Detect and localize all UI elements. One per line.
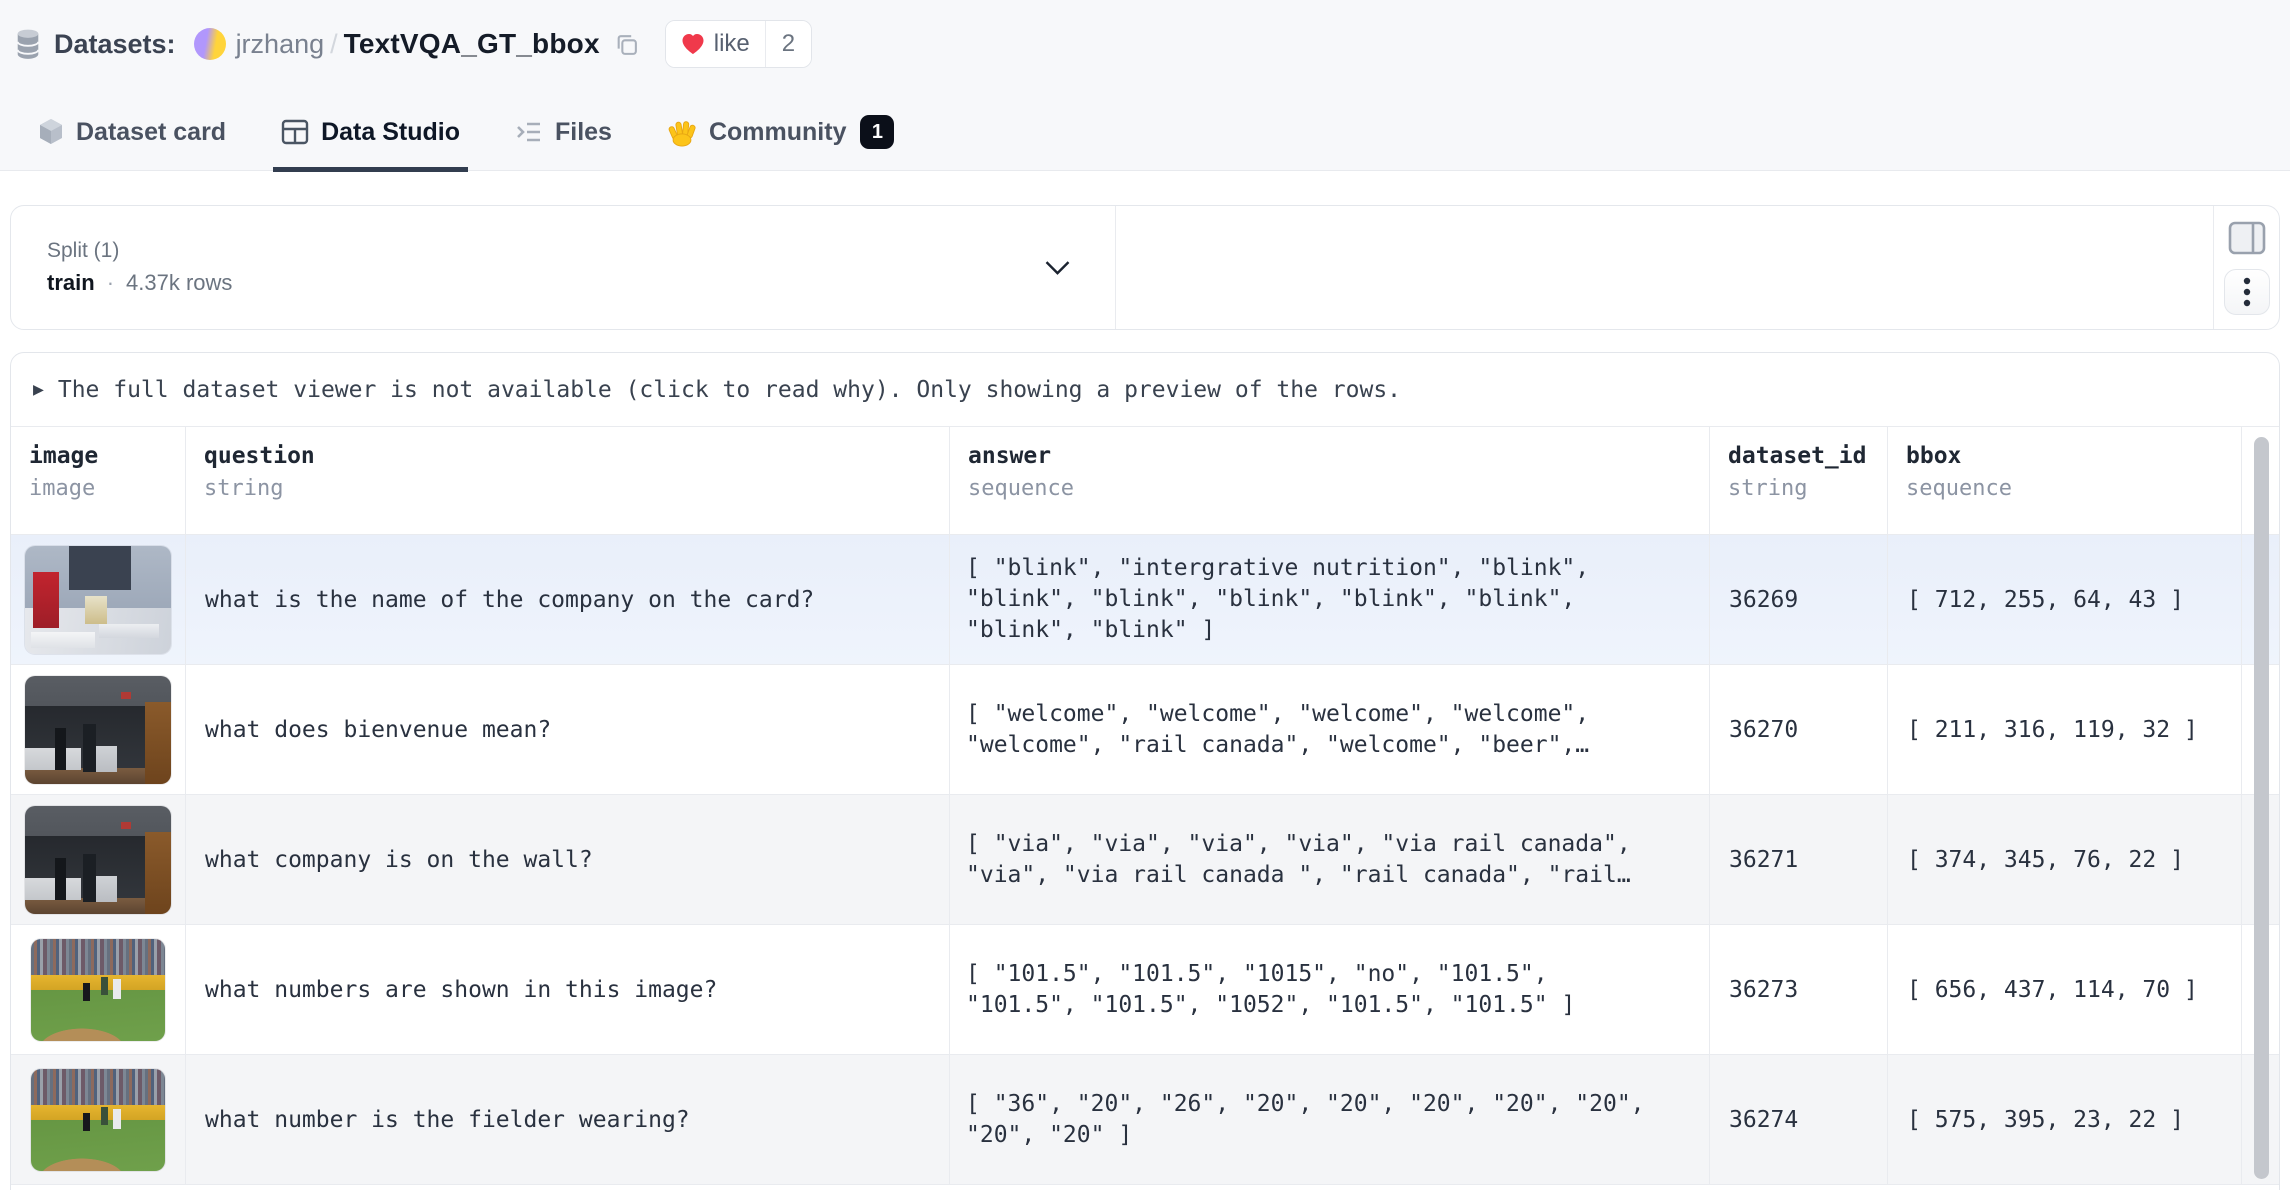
question-cell[interactable]: what numbers are shown in this image? [186,925,950,1055]
column-type: sequence [1906,476,2241,501]
column-name: image [29,443,185,469]
tab-dataset-card[interactable]: Dataset card [38,94,226,170]
image-cell[interactable] [11,1055,186,1185]
row-image-thumbnail[interactable] [31,1069,165,1171]
column-header-dataset-id[interactable]: dataset_id string [1710,427,1888,535]
column-type: sequence [968,476,1709,501]
tab-community[interactable]: Community 1 [667,94,895,170]
image-cell[interactable] [11,535,186,665]
answer-cell[interactable]: [ "36", "20", "26", "20", "20", "20", "2… [950,1055,1710,1185]
split-row-count: 4.37k rows [126,270,232,296]
column-type: string [1728,476,1887,501]
answer-cell[interactable]: [ "welcome", "welcome", "welcome", "welc… [950,665,1710,795]
dataset-id-cell[interactable]: 36273 [1710,925,1888,1055]
breadcrumb-separator: / [330,29,338,60]
column-type: string [204,476,949,501]
datasets-section-label: Datasets: [54,29,176,60]
tab-label: Community [709,118,847,147]
split-toolbar: Split (1) train · 4.37k rows [10,205,2280,330]
dataset-viewer-page: Datasets: jrzhang / TextVQA_GT_bbox [0,0,2290,1190]
column-name: question [204,443,949,469]
heart-icon [681,33,705,55]
split-value-row: train · 4.37k rows [47,270,1115,296]
community-count-badge: 1 [860,115,894,149]
split-selector[interactable]: Split (1) train · 4.37k rows [11,206,1116,329]
vertical-scrollbar[interactable] [2254,437,2269,1179]
waving-hand-icon [667,117,697,147]
question-cell[interactable]: what company is on the wall? [186,795,950,925]
tab-data-studio[interactable]: Data Studio [281,94,460,170]
dataset-id-cell[interactable]: 36271 [1710,795,1888,925]
like-count[interactable]: 2 [765,21,811,67]
row-image-thumbnail[interactable] [25,676,171,784]
tab-label: Files [555,118,612,147]
row-image-thumbnail[interactable] [31,939,165,1041]
bbox-cell[interactable]: [ 211, 316, 119, 32 ] [1888,665,2242,795]
column-header-answer[interactable]: answer sequence [950,427,1710,535]
answer-cell[interactable]: [ "via", "via", "via", "via", "via rail … [950,795,1710,925]
column-header-image[interactable]: image image [11,427,186,535]
bbox-cell[interactable]: [ 712, 255, 64, 43 ] [1888,535,2242,665]
toolbar-spacer [1116,206,2213,329]
question-cell[interactable]: what number is the fielder wearing? [186,1055,950,1185]
split-name: train [47,270,95,296]
owner-link[interactable]: jrzhang [236,29,325,60]
owner-avatar[interactable] [194,28,226,60]
disclosure-triangle-icon: ▶ [33,379,44,400]
bbox-cell[interactable]: [ 575, 395, 23, 22 ] [1888,1055,2242,1185]
viewer-unavailable-notice[interactable]: ▶ The full dataset viewer is not availab… [11,353,2279,427]
tab-bar: Dataset card Data Studio [38,94,894,170]
column-name: bbox [1906,443,2241,469]
column-header-bbox[interactable]: bbox sequence [1888,427,2242,535]
dataset-preview-table: ▶ The full dataset viewer is not availab… [10,352,2280,1190]
split-dot: · [107,270,114,296]
data-studio-table-icon [281,119,309,145]
dataset-id-cell[interactable]: 36274 [1710,1055,1888,1185]
column-view-icon[interactable] [2227,220,2267,256]
like-button[interactable]: like [666,21,765,67]
answer-cell[interactable]: [ "101.5", "101.5", "1015", "no", "101.5… [950,925,1710,1055]
notice-text: The full dataset viewer is not available… [58,377,1401,403]
chevron-down-icon [1044,259,1071,281]
question-cell[interactable]: what does bienvenue mean? [186,665,950,795]
dataset-name-link[interactable]: TextVQA_GT_bbox [344,28,600,60]
bbox-cell[interactable]: [ 656, 437, 114, 70 ] [1888,925,2242,1055]
row-image-thumbnail[interactable] [25,806,171,914]
files-list-icon [515,119,543,145]
column-type: image [29,476,185,501]
top-header-area: Datasets: jrzhang / TextVQA_GT_bbox [0,0,2290,171]
dataset-id-cell[interactable]: 36269 [1710,535,1888,665]
tab-label: Data Studio [321,118,460,147]
image-cell[interactable] [11,795,186,925]
copy-icon[interactable] [614,32,639,57]
like-label: like [714,30,750,58]
row-image-thumbnail[interactable] [25,546,171,654]
split-count-label: Split (1) [47,239,1115,263]
like-button-group: like 2 [665,20,812,68]
tab-label: Dataset card [76,118,226,147]
data-grid: image image question string answer seque… [11,427,2279,1185]
question-cell[interactable]: what is the name of the company on the c… [186,535,950,665]
dataset-title-bar: Datasets: jrzhang / TextVQA_GT_bbox [14,16,812,72]
tab-files[interactable]: Files [515,94,612,170]
image-cell[interactable] [11,925,186,1055]
column-name: dataset_id [1728,443,1887,469]
image-cell[interactable] [11,665,186,795]
bbox-cell[interactable]: [ 374, 345, 76, 22 ] [1888,795,2242,925]
database-icon [14,28,42,60]
toolbar-right-controls [2213,206,2279,329]
more-options-button[interactable] [2224,269,2270,315]
dataset-id-cell[interactable]: 36270 [1710,665,1888,795]
dataset-card-box-icon [38,118,64,146]
column-header-question[interactable]: question string [186,427,950,535]
answer-cell[interactable]: [ "blink", "intergrative nutrition", "bl… [950,535,1710,665]
column-name: answer [968,443,1709,469]
